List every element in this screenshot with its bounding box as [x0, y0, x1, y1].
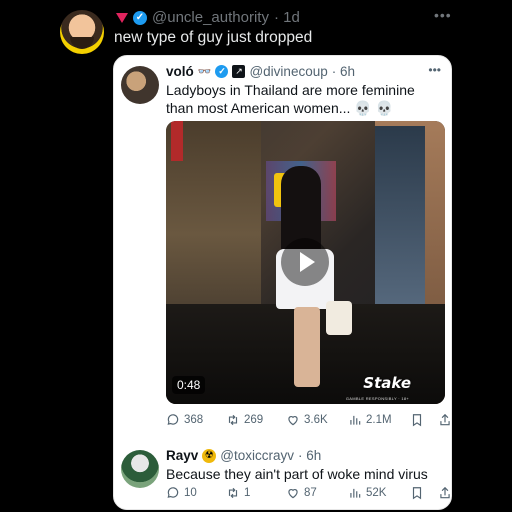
radiation-emoji-icon: ☢	[202, 448, 217, 463]
more-dots-icon[interactable]: •••	[428, 63, 441, 77]
brand-watermark: Stake	[363, 374, 411, 392]
like-count: 3.6K	[304, 414, 328, 426]
quoted-post-card[interactable]: voló 👓 ✓ ↗ @divinecoup · 6h ••• Ladyboys…	[113, 55, 452, 510]
view-count: 2.1M	[366, 414, 392, 426]
video-player[interactable]: 0:48 Stake GAMBLE RESPONSIBLY · 18+	[166, 121, 445, 404]
share-button[interactable]	[438, 486, 451, 500]
share-icon	[440, 413, 450, 426]
bookmark-button[interactable]	[410, 486, 438, 500]
post-text: new type of guy just dropped	[114, 29, 313, 46]
quoted-post-actions: 368 269 3.6K 2.1M	[166, 413, 451, 427]
video-frame-person	[294, 307, 320, 387]
glasses-emoji-icon: 👓	[197, 66, 212, 78]
views-button[interactable]: 2.1M	[348, 413, 410, 427]
like-button[interactable]: 87	[286, 486, 348, 500]
red-triangle-icon	[116, 12, 128, 23]
repost-icon	[228, 487, 238, 499]
post-time[interactable]: · 6h	[298, 448, 321, 463]
reply-text: Because they ain't part of woke mind vir…	[166, 466, 428, 482]
post-time[interactable]: · 1d	[274, 9, 300, 26]
repost-icon	[228, 414, 238, 426]
author-name[interactable]: Rayv	[166, 448, 198, 463]
video-frame-window	[375, 126, 425, 326]
share-button[interactable]	[438, 413, 451, 427]
heart-icon	[288, 489, 298, 499]
reply-actions: 10 1 87 52K	[166, 486, 451, 500]
reply-button[interactable]: 10	[166, 486, 226, 500]
views-bar-icon	[350, 488, 361, 498]
reply-bubble-icon	[167, 487, 179, 498]
more-dots-icon[interactable]: •••	[434, 7, 452, 23]
views-button[interactable]: 52K	[348, 486, 410, 500]
bookmark-icon	[412, 414, 422, 427]
author-handle[interactable]: @divinecoup	[249, 64, 327, 79]
heart-icon	[288, 416, 298, 426]
video-duration: 0:48	[172, 376, 206, 394]
quoted-post-text: Ladyboys in Thailand are more feminine t…	[166, 82, 415, 116]
reply-header: Rayv ☢ @toxiccrayv · 6h	[166, 448, 321, 463]
view-count: 52K	[366, 487, 387, 499]
video-disclaimer: GAMBLE RESPONSIBLY · 18+	[345, 396, 409, 401]
quoted-post-header: voló 👓 ✓ ↗ @divinecoup · 6h	[166, 64, 355, 79]
avatar[interactable]	[121, 450, 159, 488]
reply-button[interactable]: 368	[166, 413, 226, 427]
author-name[interactable]: voló	[166, 64, 194, 79]
like-count: 87	[304, 487, 317, 499]
avatar[interactable]	[121, 66, 159, 104]
bookmark-icon	[412, 487, 422, 500]
reply-count: 10	[184, 487, 197, 499]
like-button[interactable]: 3.6K	[286, 413, 348, 427]
repost-button[interactable]: 1	[226, 486, 286, 500]
outer-post: ✓ @uncle_authority · 1d ••• new type of …	[0, 0, 512, 512]
verified-badge-icon: ✓	[133, 10, 147, 25]
verified-badge-icon: ✓	[215, 65, 229, 78]
video-frame-detail	[171, 121, 183, 161]
repost-count: 1	[244, 487, 251, 499]
author-handle[interactable]: @uncle_authority	[152, 9, 269, 26]
share-icon	[440, 486, 450, 499]
reply-count: 368	[184, 414, 204, 426]
play-icon[interactable]	[281, 238, 329, 286]
affiliate-badge-icon: ↗	[232, 65, 246, 78]
repost-button[interactable]: 269	[226, 413, 286, 427]
bookmark-button[interactable]	[410, 413, 438, 427]
video-frame-bag	[326, 301, 352, 335]
post-header: ✓ @uncle_authority · 1d	[116, 9, 300, 26]
views-bar-icon	[350, 415, 361, 425]
repost-count: 269	[244, 414, 264, 426]
avatar[interactable]	[60, 10, 104, 54]
author-handle[interactable]: @toxiccrayv	[220, 448, 294, 463]
reply-bubble-icon	[167, 414, 179, 425]
post-time[interactable]: · 6h	[332, 64, 355, 79]
